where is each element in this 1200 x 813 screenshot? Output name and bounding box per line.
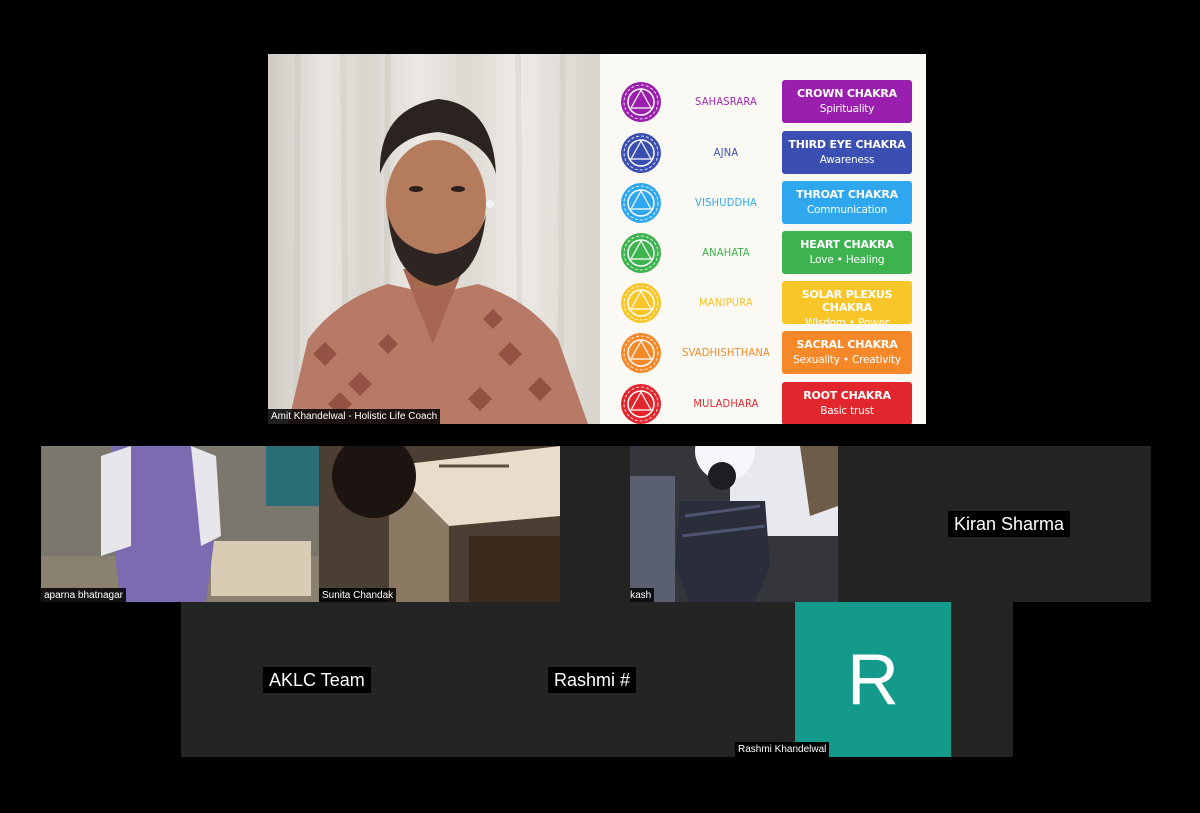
speaker-video — [268, 54, 600, 424]
participant-name: Rashmi # — [548, 667, 637, 693]
chakra-label-box: SOLAR PLEXUS CHAKRA Wisdom • Power — [782, 281, 912, 329]
chakra-row: AJNA THIRD EYE CHAKRA Awareness — [600, 131, 926, 175]
chakra-title: ROOT CHAKRA — [803, 389, 891, 402]
participant-tile-gap — [560, 446, 630, 602]
chakra-label-box: THIRD EYE CHAKRA Awareness — [782, 131, 912, 174]
chakra-label-box: THROAT CHAKRA Communication — [782, 181, 912, 224]
chakra-label-box: SACRAL CHAKRA Sexuality • Creativity — [782, 331, 912, 374]
participant-name-label: Sunita Chandak — [319, 588, 397, 602]
chakra-symbol-icon — [621, 384, 661, 424]
participant-tile-aklc[interactable]: AKLC Team — [181, 602, 457, 757]
participant-video — [41, 446, 319, 602]
chakra-label-box: ROOT CHAKRA Basic trust — [782, 382, 912, 424]
participant-name: Kiran Sharma — [948, 511, 1071, 537]
chakra-title: HEART CHAKRA — [800, 238, 894, 251]
participant-tile-kiran[interactable]: Kiran Sharma — [838, 446, 1151, 602]
chakra-symbol-icon — [621, 82, 661, 122]
chakra-subtitle: Awareness — [819, 154, 875, 166]
participant-tile-rashmi-hash[interactable]: Rashmi # — [457, 602, 795, 757]
chakra-title: THROAT CHAKRA — [796, 188, 898, 201]
speaker-name-label: Amit Khandelwal - Holistic Life Coach — [268, 409, 441, 424]
participant-tile-om[interactable]: om prakash — [630, 446, 838, 602]
chakra-row: SAHASRARA CROWN CHAKRA Spirituality — [600, 80, 926, 124]
participant-tile-aparna[interactable]: aparna bhatnagar — [41, 446, 319, 602]
participant-tile-rashmi-khandelwal[interactable]: R — [795, 602, 951, 757]
chakra-sanskrit-name: MULADHARA — [693, 397, 759, 410]
chakra-row: MULADHARA ROOT CHAKRA Basic trust — [600, 382, 926, 424]
participant-tile-filler — [951, 602, 1013, 757]
chakra-row: SVADHISHTHANA SACRAL CHAKRA Sexuality • Cr… — [600, 331, 926, 375]
chakra-sanskrit-name: ANAHATA — [702, 246, 750, 259]
chakra-title: CROWN CHAKRA — [797, 87, 897, 100]
participant-video — [319, 446, 560, 602]
chakra-title: SACRAL CHAKRA — [796, 338, 898, 351]
chakra-label-box: CROWN CHAKRA Spirituality — [782, 80, 912, 123]
participant-video — [630, 446, 838, 602]
participant-name: AKLC Team — [263, 667, 371, 693]
meeting-gallery: SAHASRARA CROWN CHAKRA Spirituality AJNA THI… — [0, 0, 1200, 813]
chakra-row: ANAHATA HEART CHAKRA Love • Healing — [600, 231, 926, 275]
chakra-row: VISHUDDHA THROAT CHAKRA Communication — [600, 181, 926, 225]
participant-name-label: Rashmi Khandelwal — [735, 742, 830, 757]
chakra-symbol-icon — [621, 333, 661, 373]
chakra-subtitle: Basic trust — [820, 405, 874, 417]
chakra-sanskrit-name: SAHASRARA — [695, 95, 757, 108]
chakra-chart: SAHASRARA CROWN CHAKRA Spirituality AJNA THI… — [600, 54, 926, 424]
chakra-subtitle: Spirituality — [819, 103, 875, 115]
avatar: R — [847, 639, 899, 720]
chakra-symbol-icon — [621, 183, 661, 223]
chakra-subtitle: Love • Healing — [809, 254, 885, 266]
chakra-sanskrit-name: SVADHISHTHANA — [682, 346, 770, 359]
chakra-title: THIRD EYE CHAKRA — [788, 138, 906, 151]
chakra-sanskrit-name: VISHUDDHA — [695, 196, 757, 209]
chakra-row: MANIPURA SOLAR PLEXUS CHAKRA Wisdom • Powe… — [600, 281, 926, 329]
chakra-subtitle: Sexuality • Creativity — [793, 354, 901, 366]
chakra-symbol-icon — [621, 283, 661, 323]
chakra-label-box: HEART CHAKRA Love • Healing — [782, 231, 912, 274]
chakra-subtitle: Communication — [806, 204, 888, 216]
chakra-sanskrit-name: MANIPURA — [699, 296, 753, 309]
chakra-sanskrit-name: AJNA — [713, 146, 739, 159]
chakra-title: SOLAR PLEXUS CHAKRA — [801, 288, 893, 314]
featured-speaker-tile[interactable]: SAHASRARA CROWN CHAKRA Spirituality AJNA THI… — [268, 54, 926, 424]
chakra-symbol-icon — [621, 133, 661, 173]
chakra-subtitle: Wisdom • Power — [805, 317, 889, 329]
participant-name-label: aparna bhatnagar — [41, 588, 126, 602]
chakra-symbol-icon — [621, 233, 661, 273]
participant-tile-sunita[interactable]: Sunita Chandak — [319, 446, 560, 602]
participant-name-label: om prakash — [630, 588, 655, 602]
speaker-figure — [288, 54, 588, 424]
